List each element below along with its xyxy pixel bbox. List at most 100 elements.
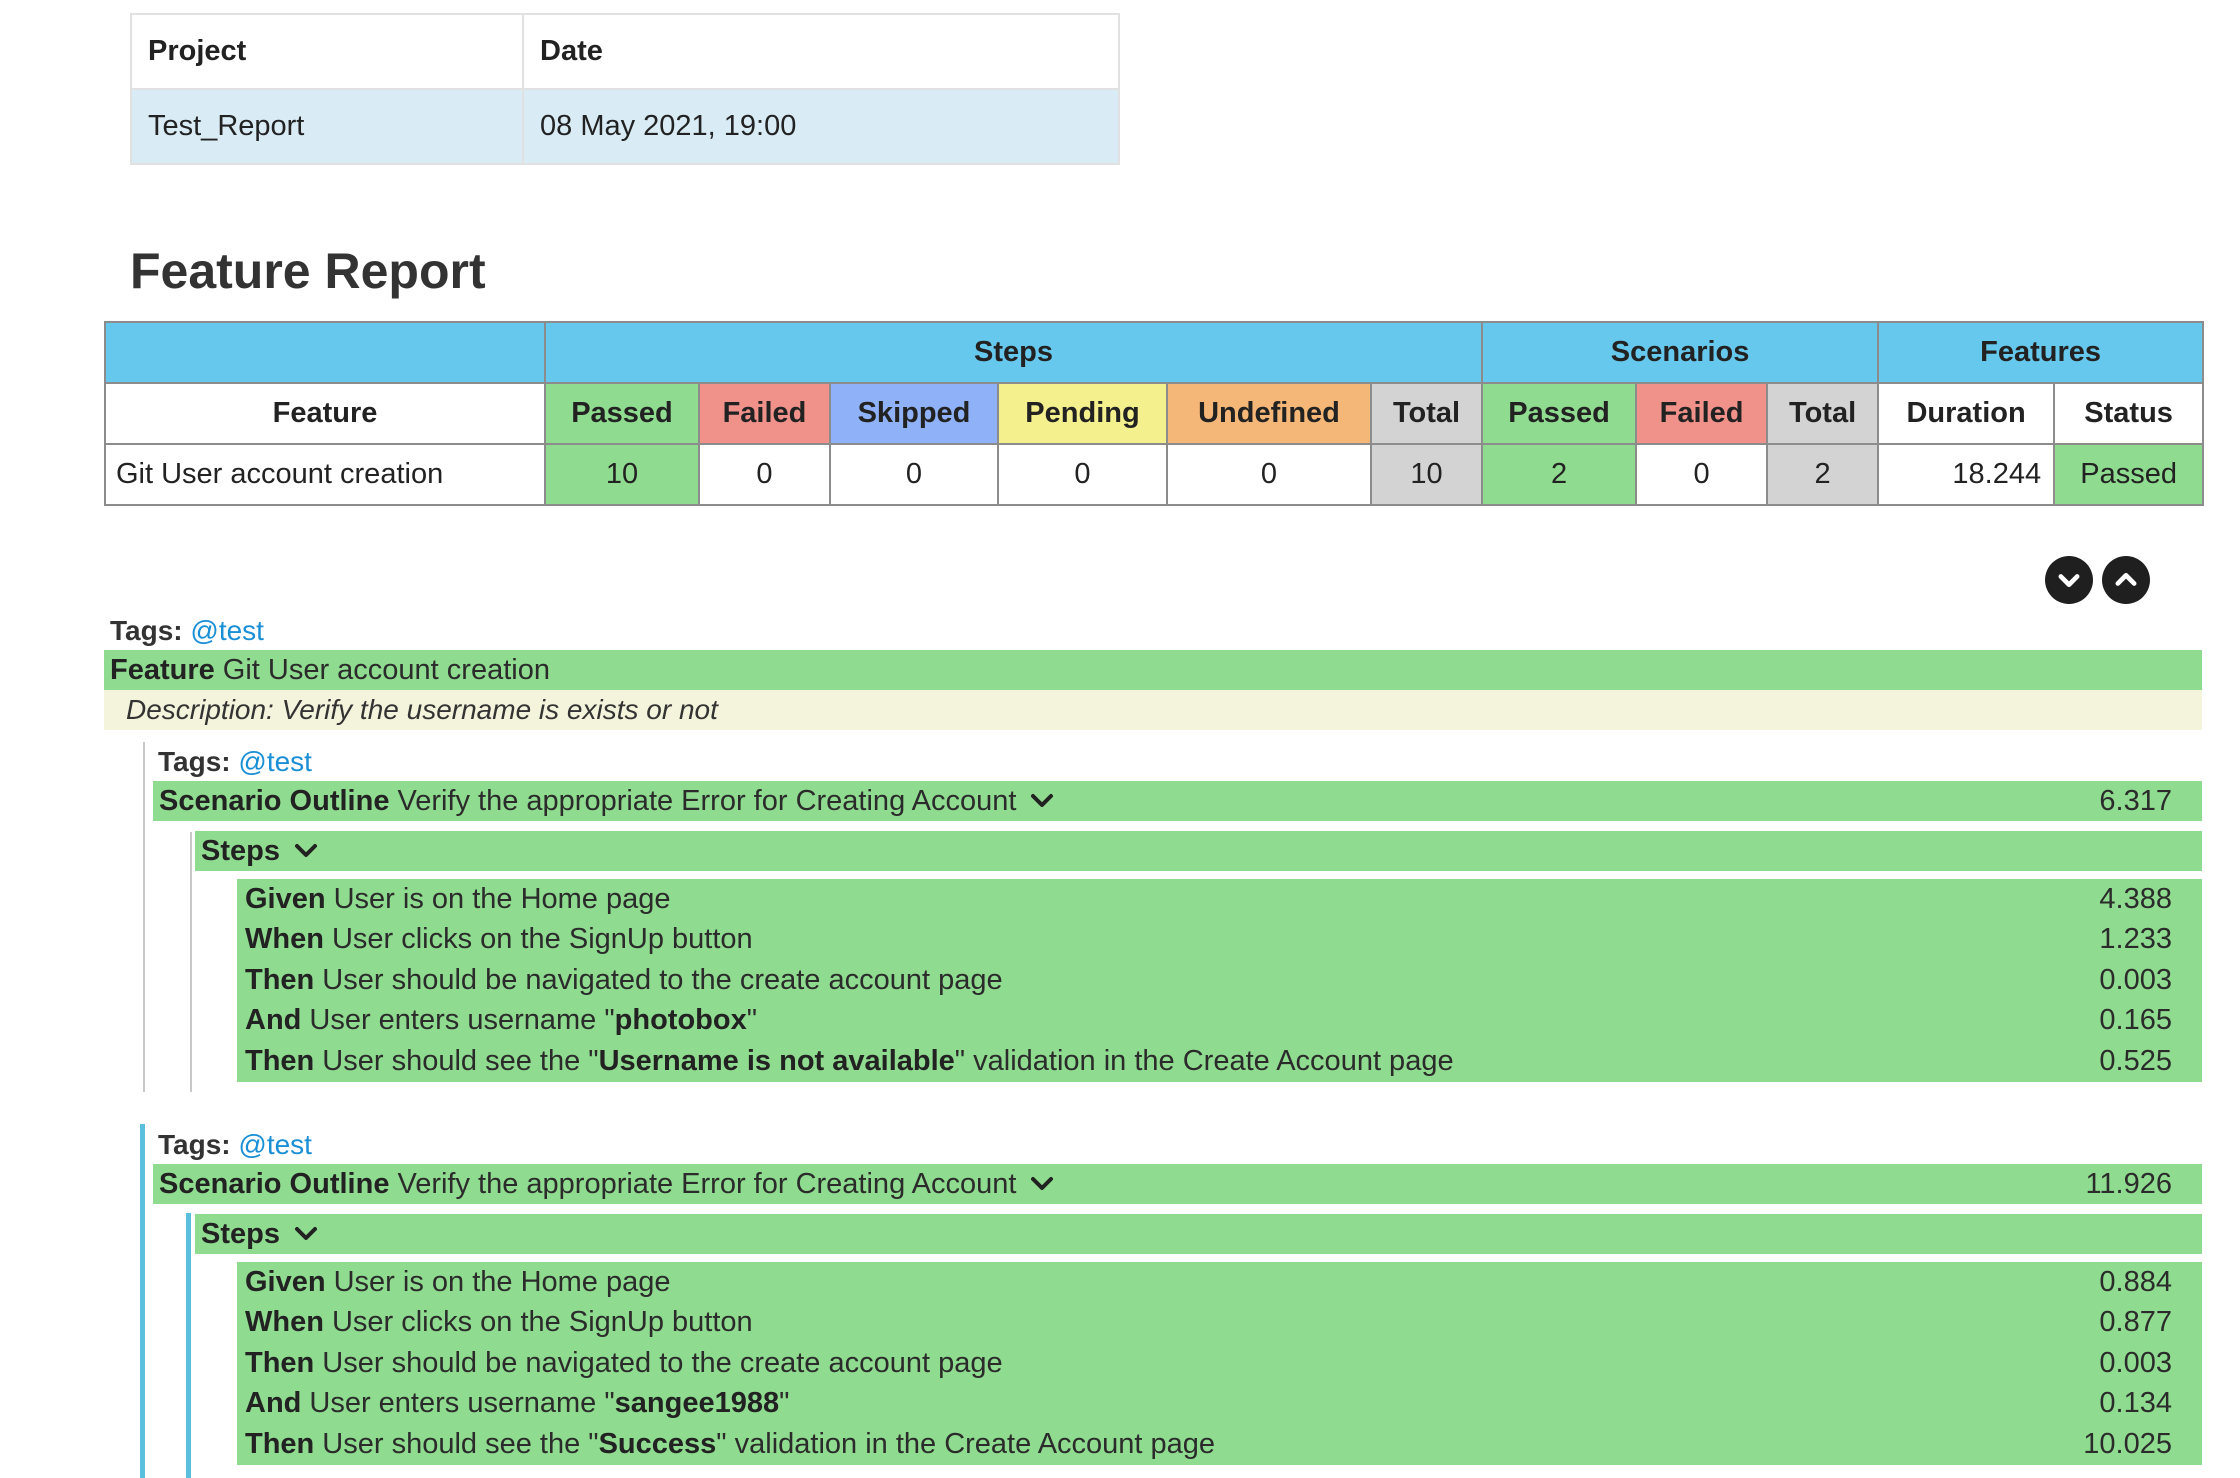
step-text: User enters username " xyxy=(309,1004,615,1037)
steps-header[interactable]: Steps xyxy=(195,831,2202,871)
scenario-duration: 11.926 xyxy=(2085,1167,2172,1200)
date-header: Date xyxy=(522,13,1120,90)
group-header-steps: Steps xyxy=(543,321,1484,384)
step-keyword: When xyxy=(245,1306,324,1339)
feature-tags: Tags: @test xyxy=(110,615,264,647)
group-header-blank xyxy=(104,321,546,384)
step-duration: 0.003 xyxy=(2099,1346,2172,1379)
cell-scenarios-failed: 0 xyxy=(1635,443,1769,506)
steps-label: Steps xyxy=(201,834,280,867)
group-header-scenarios: Scenarios xyxy=(1481,321,1880,384)
step-duration: 0.165 xyxy=(2099,1004,2172,1037)
step-duration: 0.134 xyxy=(2099,1387,2172,1420)
collapse-all-button[interactable] xyxy=(2102,556,2150,604)
feature-description: Description: Verify the username is exis… xyxy=(104,690,2202,730)
cell-steps-undefined: 0 xyxy=(1166,443,1372,506)
step-row: And User enters username " photobox " 0.16… xyxy=(237,1001,2202,1042)
step-text-suffix: " validation in the Create Account page xyxy=(716,1427,1216,1460)
scenario-name: Verify the appropriate Error for Creatin… xyxy=(397,1167,1017,1200)
step-text-suffix: " xyxy=(779,1387,790,1420)
steps-indent-line xyxy=(190,832,192,1092)
col-scenarios-total: Total xyxy=(1766,382,1880,445)
step-text: User should be navigated to the create a… xyxy=(322,963,1003,996)
scenario-header[interactable]: Scenario Outline Verify the appropriate … xyxy=(153,781,2202,821)
feature-name: Git User account creation xyxy=(222,653,550,686)
step-duration: 0.877 xyxy=(2099,1306,2172,1339)
step-row: Given User is on the Home page 0.884 xyxy=(237,1262,2202,1303)
table-row: Git User account creation 10 0 0 0 0 10 … xyxy=(104,443,2205,506)
tag-link[interactable]: @test xyxy=(190,615,264,646)
chevron-down-icon[interactable] xyxy=(1030,792,1054,810)
expand-all-button[interactable] xyxy=(2045,556,2093,604)
step-row: Then User should be navigated to the cre… xyxy=(237,1343,2202,1384)
chevron-up-icon xyxy=(2115,573,2137,586)
project-value: Test_Report xyxy=(130,88,524,165)
chevron-down-icon[interactable] xyxy=(1030,1175,1054,1193)
step-keyword: Given xyxy=(245,882,326,915)
step-argument: Success xyxy=(598,1427,717,1460)
cell-scenarios-passed: 2 xyxy=(1481,443,1638,506)
tags-label: Tags: xyxy=(158,746,231,777)
scenario-duration: 6.317 xyxy=(2099,784,2172,817)
feature-keyword: Feature xyxy=(110,653,215,686)
scenario-indent-line xyxy=(143,742,145,1092)
col-status: Status xyxy=(2053,382,2205,445)
step-row: And User enters username " sangee1988 " 0.… xyxy=(237,1384,2202,1425)
step-duration: 0.003 xyxy=(2099,963,2172,996)
cell-steps-skipped: 0 xyxy=(829,443,999,506)
step-row: Then User should be navigated to the cre… xyxy=(237,960,2202,1001)
page-title: Feature Report xyxy=(130,243,486,299)
cell-scenarios-total: 2 xyxy=(1766,443,1880,506)
step-duration: 0.525 xyxy=(2099,1044,2172,1077)
cell-steps-pending: 0 xyxy=(997,443,1168,506)
step-text: User clicks on the SignUp button xyxy=(331,923,753,956)
step-duration: 1.233 xyxy=(2099,923,2172,956)
chevron-down-icon[interactable] xyxy=(294,842,318,860)
step-text-suffix: " validation in the Create Account page xyxy=(954,1044,1454,1077)
cell-steps-failed: 0 xyxy=(698,443,831,506)
date-value: 08 May 2021, 19:00 xyxy=(522,88,1120,165)
step-text: User enters username " xyxy=(309,1387,615,1420)
step-text: User clicks on the SignUp button xyxy=(331,1306,753,1339)
steps-list: Given User is on the Home page 4.388 Whe… xyxy=(237,879,2202,1082)
scenario-header[interactable]: Scenario Outline Verify the appropriate … xyxy=(153,1164,2202,1204)
steps-label: Steps xyxy=(201,1217,280,1250)
step-row: Then User should see the " Username is no… xyxy=(237,1041,2202,1082)
step-argument: photobox xyxy=(614,1004,747,1037)
step-keyword: And xyxy=(245,1387,302,1420)
feature-header[interactable]: Feature Git User account creation xyxy=(104,650,2202,690)
step-duration: 10.025 xyxy=(2083,1427,2172,1460)
col-steps-pending: Pending xyxy=(997,382,1168,445)
project-header: Project xyxy=(130,13,524,90)
cell-steps-passed: 10 xyxy=(544,443,700,506)
tags-label: Tags: xyxy=(158,1129,231,1160)
step-text: User is on the Home page xyxy=(333,882,671,915)
step-keyword: Then xyxy=(245,1044,315,1077)
step-keyword: Given xyxy=(245,1265,326,1298)
step-keyword: When xyxy=(245,923,324,956)
step-keyword: Then xyxy=(245,1427,315,1460)
tag-link[interactable]: @test xyxy=(238,1129,312,1160)
steps-list: Given User is on the Home page 0.884 Whe… xyxy=(237,1262,2202,1465)
steps-header[interactable]: Steps xyxy=(195,1214,2202,1254)
step-row: Then User should see the " Success " valid… xyxy=(237,1424,2202,1465)
cell-duration: 18.244 xyxy=(1877,443,2056,506)
project-info-table: Project Date Test_Report 08 May 2021, 19… xyxy=(130,13,1120,165)
cell-feature-name[interactable]: Git User account creation xyxy=(104,443,546,506)
tags-label: Tags: xyxy=(110,615,183,646)
step-row: When User clicks on the SignUp button 0.… xyxy=(237,1303,2202,1344)
cell-steps-total: 10 xyxy=(1369,443,1484,506)
scenario-tags: Tags: @test xyxy=(158,746,312,778)
tag-link[interactable]: @test xyxy=(238,746,312,777)
step-duration: 4.388 xyxy=(2099,882,2172,915)
col-scenarios-passed: Passed xyxy=(1481,382,1638,445)
step-text-suffix: " xyxy=(746,1004,758,1037)
scenario-keyword: Scenario Outline xyxy=(159,784,390,817)
col-feature: Feature xyxy=(104,382,546,445)
step-text: User should be navigated to the create a… xyxy=(322,1346,1003,1379)
chevron-down-icon[interactable] xyxy=(294,1225,318,1243)
feature-summary-table: Steps Scenarios Features Feature Passed … xyxy=(104,321,2205,506)
cell-status: Passed xyxy=(2053,443,2205,506)
col-steps-undefined: Undefined xyxy=(1166,382,1372,445)
scenario-indent-line xyxy=(140,1124,145,1478)
